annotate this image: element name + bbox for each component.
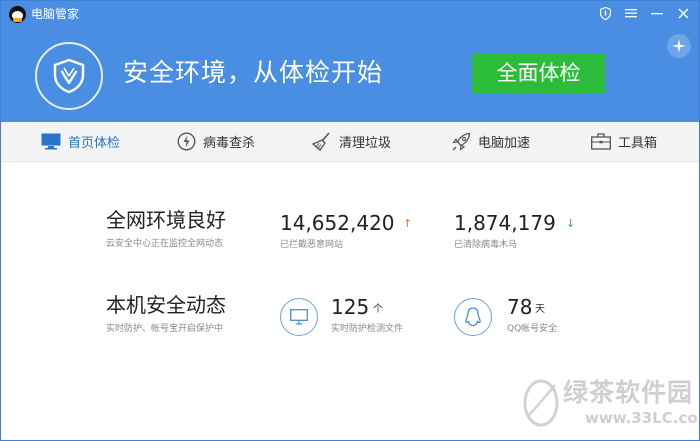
headline: 安全环境，从体检开始: [123, 58, 384, 87]
close-icon[interactable]: [675, 5, 691, 21]
shield-status-icon: [35, 42, 103, 110]
app-title: 电脑管家: [31, 7, 80, 21]
qq-safe-days-label: QQ帐号安全: [507, 324, 558, 334]
nav-label: 电脑加速: [478, 136, 531, 151]
up-arrow-icon: ↑: [403, 217, 413, 230]
minimize-icon[interactable]: [649, 5, 665, 21]
network-status-subtitle: 云安全中心正在监控全网动态: [106, 239, 224, 249]
realtime-files-label: 实时防护检测文件: [331, 324, 404, 334]
main-nav: 首页体检 病毒查杀 清理垃圾 电脑加速 工具箱: [1, 122, 699, 162]
cleared-trojans-count: 1,874,179: [454, 211, 556, 235]
blocked-sites-label: 已拦截恶意网站: [280, 240, 344, 250]
sparkle-skin-icon[interactable]: [667, 34, 691, 58]
broom-icon: [312, 132, 332, 151]
local-status-subtitle: 实时防护、帐号宝开启保护中: [106, 324, 224, 334]
shield-badge-icon[interactable]: [597, 5, 613, 21]
menu-icon[interactable]: [623, 5, 639, 21]
window-controls: [597, 5, 691, 21]
toolbox-icon: [591, 133, 611, 150]
nav-home-checkup[interactable]: 首页体检: [41, 122, 120, 161]
realtime-files-count: 125: [331, 295, 370, 319]
nav-label: 首页体检: [68, 136, 121, 151]
title-bar: 电脑管家: [1, 1, 699, 27]
lightning-icon: [177, 132, 196, 151]
qq-penguin-outline-icon: [454, 298, 492, 336]
watermark-text: 绿茶软件园: [563, 378, 694, 407]
realtime-files-unit: 个: [373, 304, 383, 315]
blocked-sites-count: 14,652,420: [280, 211, 395, 235]
nav-label: 工具箱: [618, 136, 658, 151]
nav-label: 清理垃圾: [339, 136, 392, 151]
network-status-title: 全网环境良好: [106, 208, 226, 232]
qq-safe-days-count: 78: [507, 295, 533, 319]
monitor-protect-icon: [280, 298, 318, 336]
nav-virus-scan[interactable]: 病毒查杀: [177, 122, 255, 161]
header-banner: 电脑管家 安全环境，从体检开始 全面体检: [1, 1, 699, 122]
nav-toolbox[interactable]: 工具箱: [591, 122, 657, 161]
watermark-url: www.33LC.com: [585, 409, 699, 427]
rocket-icon: [451, 132, 471, 152]
local-status-title: 本机安全动态: [106, 293, 226, 317]
monitor-icon: [41, 133, 61, 150]
full-checkup-button[interactable]: 全面体检: [472, 54, 605, 93]
cleared-trojans-label: 已清除病毒木马: [454, 240, 518, 250]
nav-label: 病毒查杀: [203, 136, 256, 151]
nav-clean-junk[interactable]: 清理垃圾: [312, 122, 391, 161]
qq-penguin-logo-icon: [9, 6, 26, 23]
leaf-logo-icon: [523, 379, 559, 427]
app-window: 电脑管家 安全环境，从体检开始 全面体检 首页体检 病毒查杀 清理垃圾 电脑加速…: [0, 0, 700, 441]
nav-speed-up[interactable]: 电脑加速: [451, 122, 530, 161]
qq-safe-days-unit: 天: [535, 304, 545, 315]
down-arrow-icon: ↓: [566, 217, 576, 230]
site-watermark: 绿茶软件园 www.33LC.com: [519, 371, 699, 437]
